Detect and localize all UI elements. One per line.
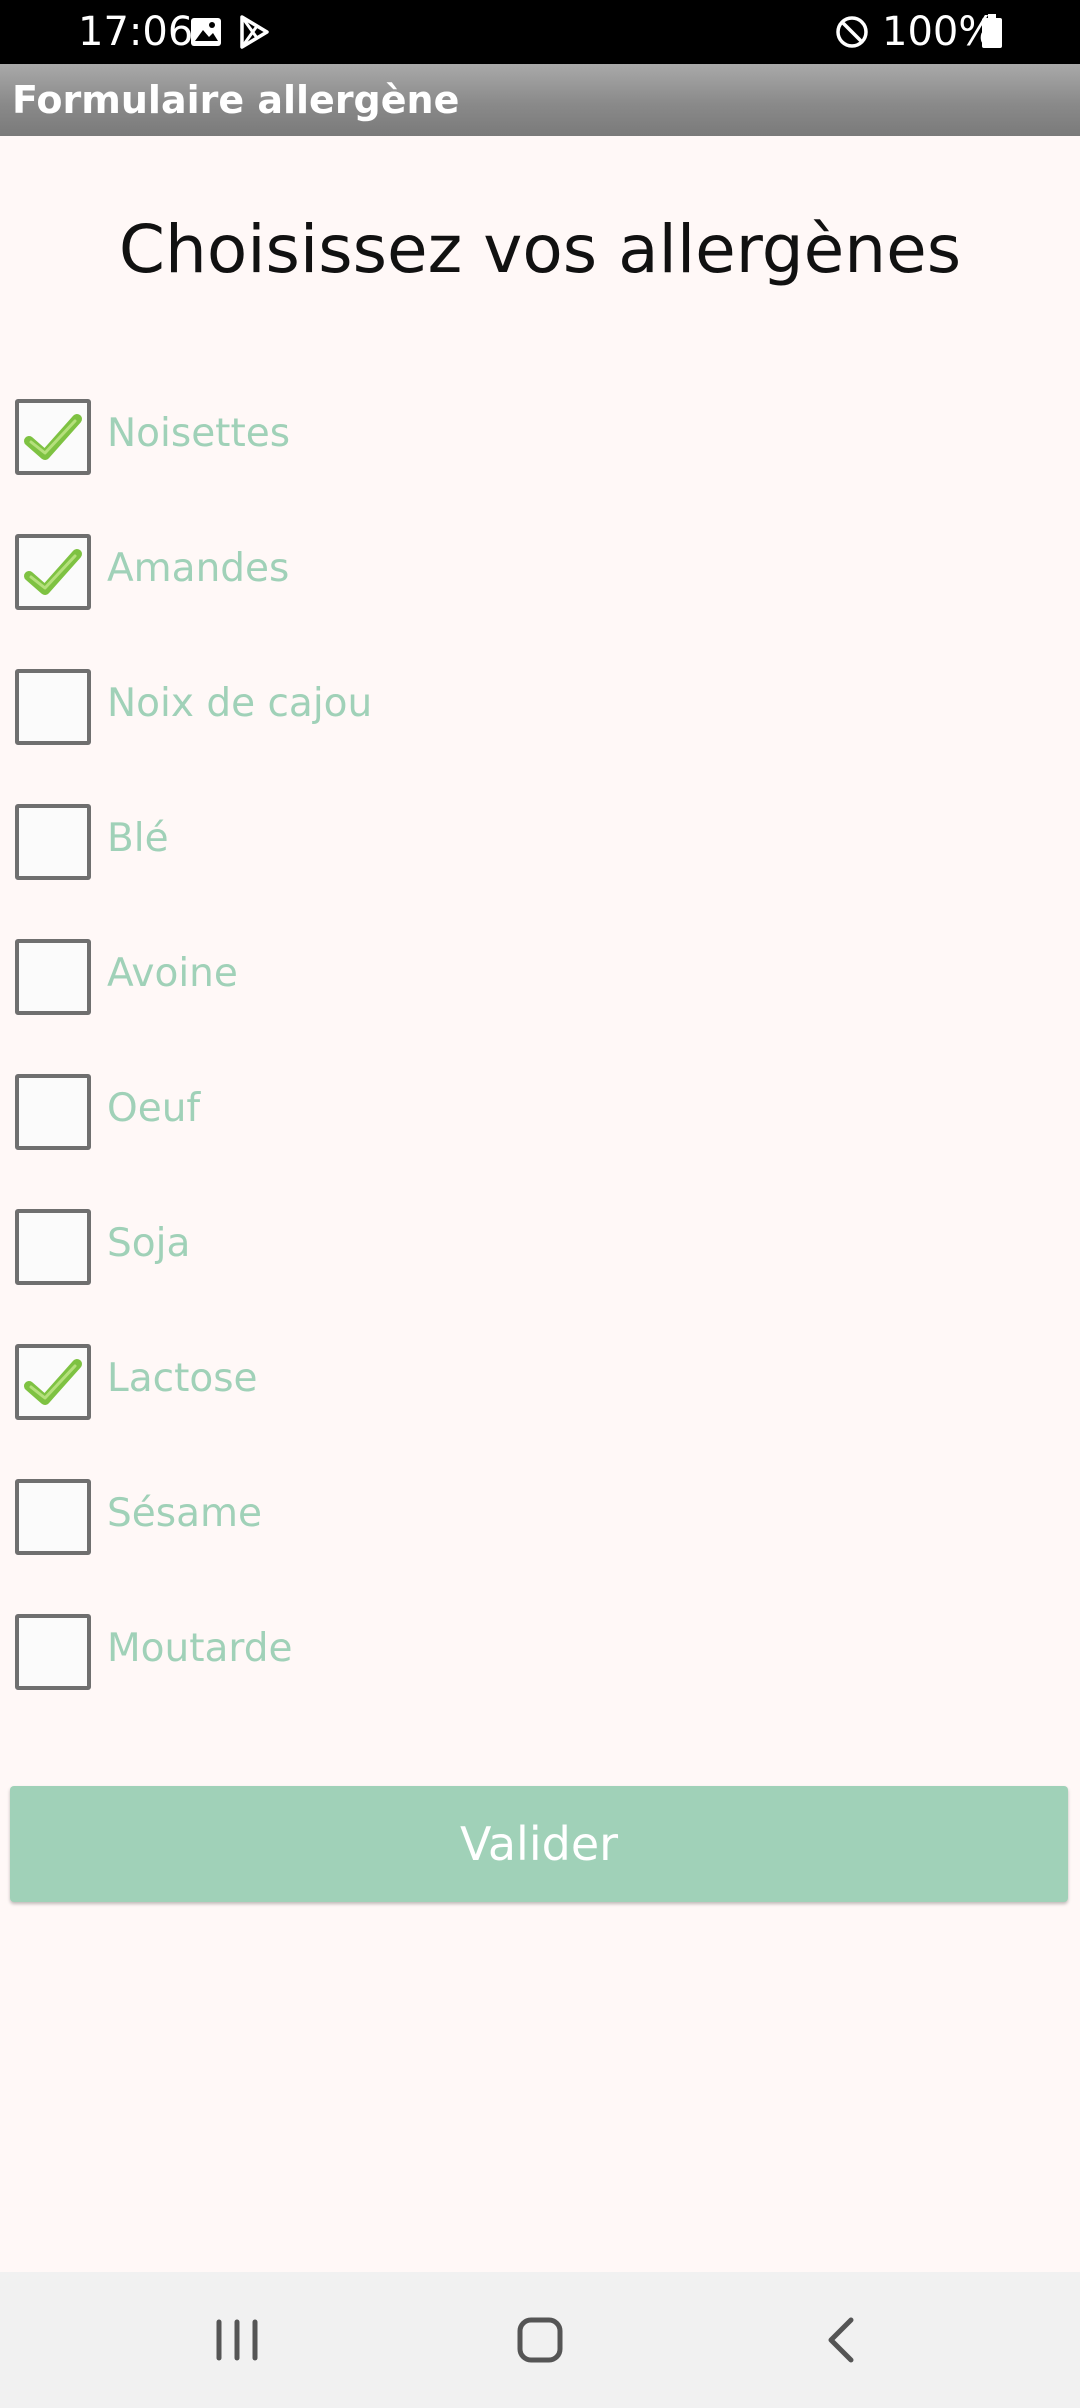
status-bar: 17:06 100% bbox=[0, 0, 1080, 64]
allergen-label: Oeuf bbox=[107, 1086, 201, 1131]
checkmark-icon bbox=[24, 414, 82, 460]
allergen-option-2[interactable]: Noix de cajou bbox=[0, 662, 1080, 797]
allergen-list: Noisettes Amandes Noix de cajou Blé Avoi… bbox=[0, 392, 1080, 1742]
app-bar: Formulaire allergène bbox=[0, 64, 1080, 136]
page-title: Choisissez vos allergènes bbox=[118, 211, 962, 288]
navigation-bar bbox=[0, 2272, 1080, 2408]
checkbox-9[interactable] bbox=[15, 1614, 91, 1690]
battery-icon bbox=[980, 14, 1004, 50]
allergen-label: Noisettes bbox=[107, 411, 291, 456]
app-title: Formulaire allergène bbox=[12, 78, 460, 122]
checkbox-2[interactable] bbox=[15, 669, 91, 745]
checkmark-icon bbox=[24, 549, 82, 595]
checkmark-icon bbox=[24, 1359, 82, 1405]
validate-button[interactable]: Valider bbox=[10, 1786, 1068, 1902]
checkbox-0[interactable] bbox=[15, 399, 91, 475]
allergen-option-3[interactable]: Blé bbox=[0, 797, 1080, 932]
checkbox-3[interactable] bbox=[15, 804, 91, 880]
status-time: 17:06 bbox=[78, 9, 194, 55]
allergen-option-8[interactable]: Sésame bbox=[0, 1472, 1080, 1607]
allergen-option-1[interactable]: Amandes bbox=[0, 527, 1080, 662]
checkbox-6[interactable] bbox=[15, 1209, 91, 1285]
recent-apps-button[interactable] bbox=[177, 2296, 297, 2384]
back-button[interactable] bbox=[781, 2296, 901, 2384]
back-icon bbox=[828, 2317, 854, 2363]
allergen-option-0[interactable]: Noisettes bbox=[0, 392, 1080, 527]
home-icon bbox=[517, 2317, 563, 2363]
allergen-option-9[interactable]: Moutarde bbox=[0, 1607, 1080, 1742]
checkbox-4[interactable] bbox=[15, 939, 91, 1015]
allergen-label: Soja bbox=[107, 1221, 191, 1266]
checkbox-7[interactable] bbox=[15, 1344, 91, 1420]
do-not-disturb-icon bbox=[834, 14, 870, 50]
allergen-option-6[interactable]: Soja bbox=[0, 1202, 1080, 1337]
allergen-label: Amandes bbox=[107, 546, 290, 591]
checkbox-5[interactable] bbox=[15, 1074, 91, 1150]
allergen-label: Moutarde bbox=[107, 1626, 293, 1671]
home-button[interactable] bbox=[479, 2296, 599, 2384]
allergen-option-7[interactable]: Lactose bbox=[0, 1337, 1080, 1472]
checkbox-1[interactable] bbox=[15, 534, 91, 610]
checkbox-8[interactable] bbox=[15, 1479, 91, 1555]
allergen-option-5[interactable]: Oeuf bbox=[0, 1067, 1080, 1202]
allergen-label: Blé bbox=[107, 816, 169, 861]
allergen-label: Lactose bbox=[107, 1356, 258, 1401]
recent-apps-icon bbox=[216, 2319, 258, 2361]
allergen-label: Noix de cajou bbox=[107, 681, 373, 726]
image-icon bbox=[188, 14, 224, 50]
allergen-label: Sésame bbox=[107, 1491, 262, 1536]
play-store-icon bbox=[236, 14, 272, 50]
allergen-option-4[interactable]: Avoine bbox=[0, 932, 1080, 1067]
allergen-label: Avoine bbox=[107, 951, 238, 996]
